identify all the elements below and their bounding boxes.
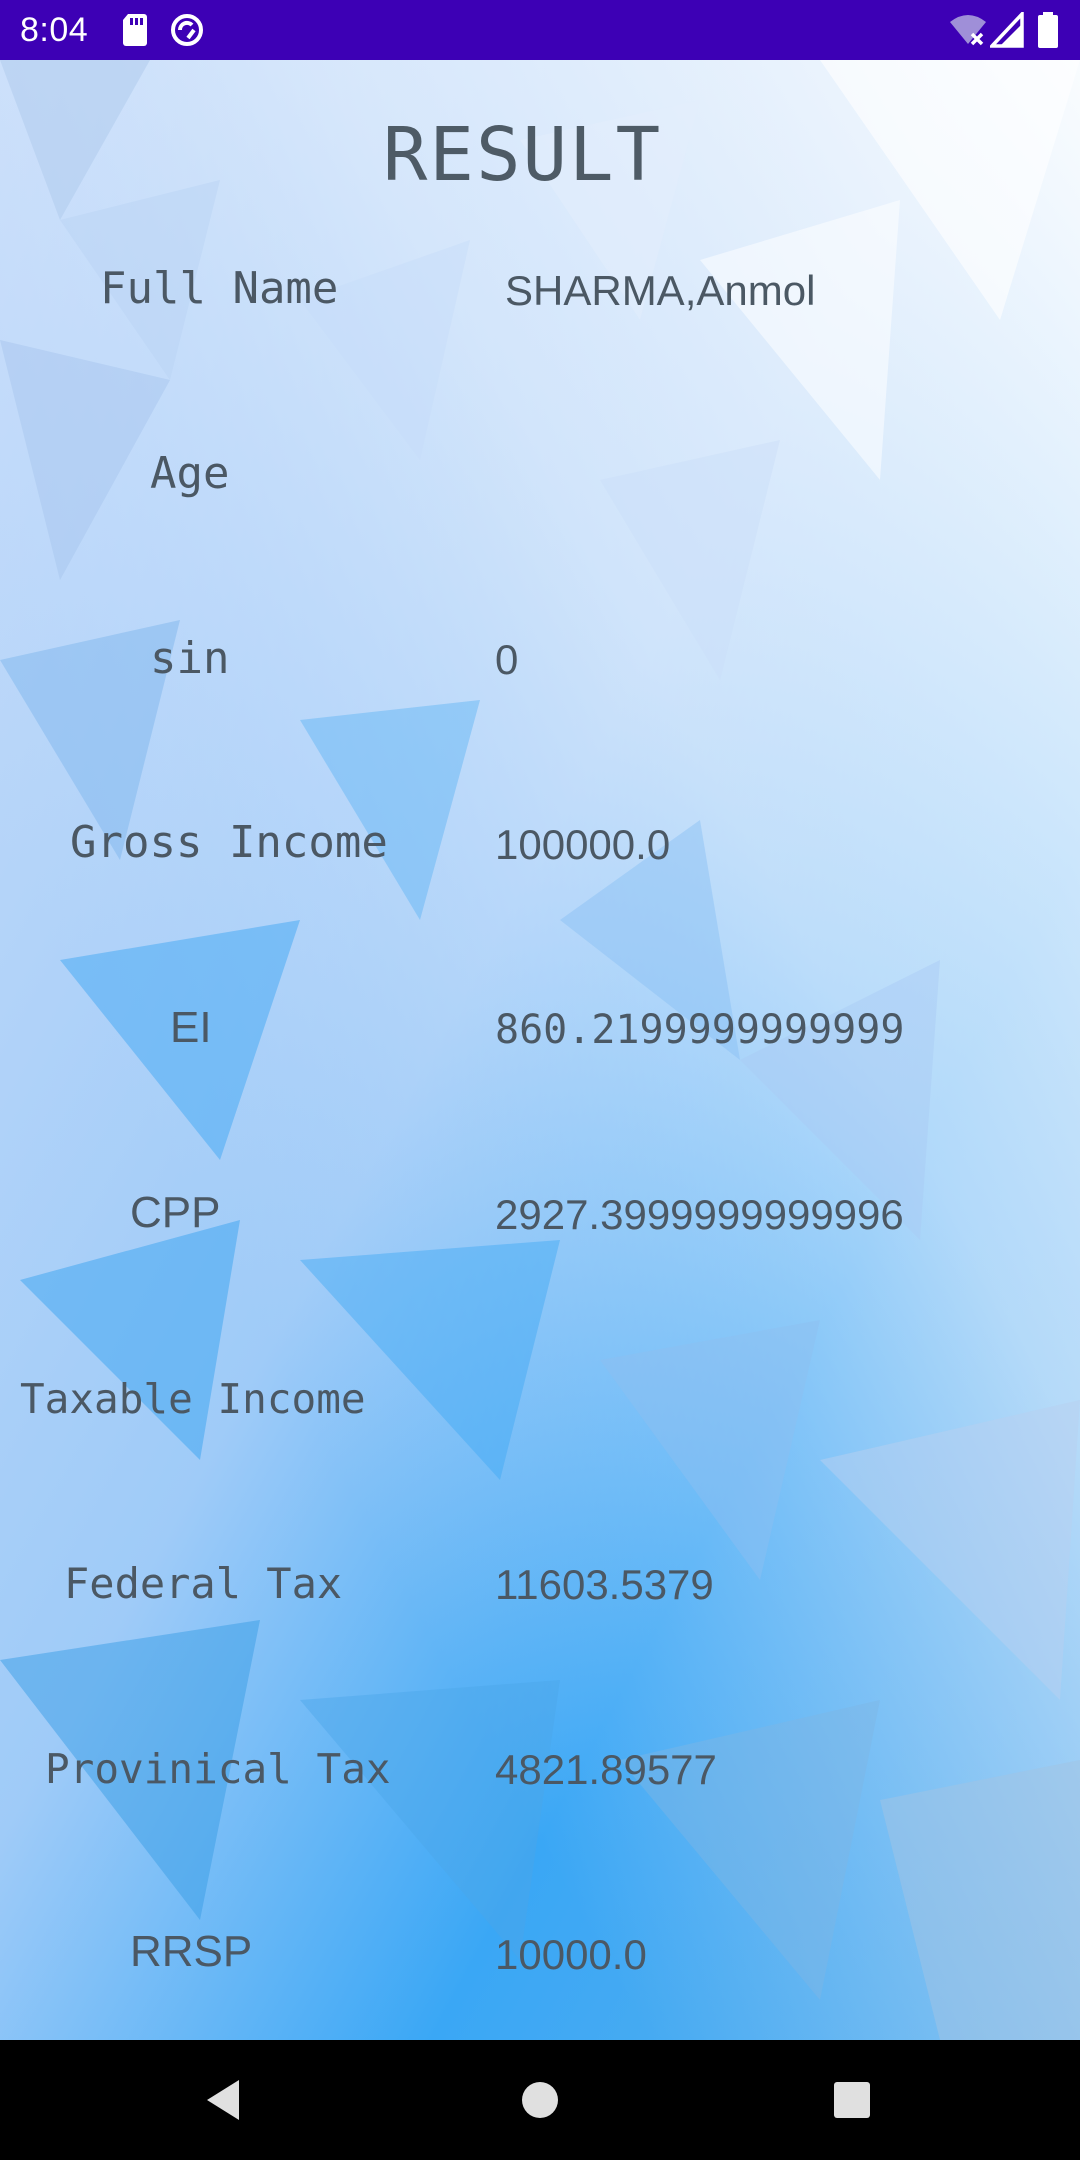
rrsp-value: 10000.0	[495, 1931, 647, 1978]
sync-icon	[171, 14, 203, 46]
page-title: RESULT	[382, 112, 663, 198]
ei-label: EI	[170, 1003, 212, 1052]
result-panel: RESULT Full Name SHARMA,Anmol Age sin 0 …	[0, 60, 1080, 2040]
full-name-label: Full Name	[100, 263, 339, 314]
gross-income-value: 100000.0	[495, 821, 671, 868]
ei-value: 860.2199999999999	[495, 1007, 905, 1053]
home-icon[interactable]	[510, 2070, 570, 2130]
status-bar: 8:04	[0, 0, 1080, 60]
cpp-label: CPP	[130, 1188, 221, 1237]
provincial-tax-label: Provinical Tax	[45, 1745, 391, 1793]
recents-icon[interactable]	[822, 2070, 882, 2130]
age-label: Age	[150, 448, 230, 499]
federal-tax-value: 11603.5379	[495, 1561, 714, 1608]
rrsp-label: RRSP	[130, 1927, 253, 1976]
status-time: 8:04	[20, 11, 89, 49]
battery-icon	[1038, 12, 1058, 48]
screen: 8:04 RESULT Full Name SHARMA,Anmol Age s…	[0, 0, 1080, 2160]
sin-value: 0	[495, 636, 519, 683]
cpp-value: 2927.3999999999996	[495, 1191, 904, 1238]
gross-income-label: Gross Income	[70, 817, 388, 868]
taxable-income-label: Taxable Income	[20, 1375, 366, 1423]
sd-card-icon	[123, 14, 147, 46]
federal-tax-label: Federal Tax	[64, 1559, 343, 1608]
wifi-off-icon	[950, 15, 986, 46]
cell-signal-icon	[990, 12, 1024, 48]
navigation-bar	[0, 2040, 1080, 2160]
provincial-tax-value: 4821.89577	[495, 1746, 717, 1793]
full-name-value: SHARMA,Anmol	[505, 267, 816, 314]
sin-label: sin	[150, 633, 230, 684]
back-icon[interactable]	[195, 2070, 255, 2130]
